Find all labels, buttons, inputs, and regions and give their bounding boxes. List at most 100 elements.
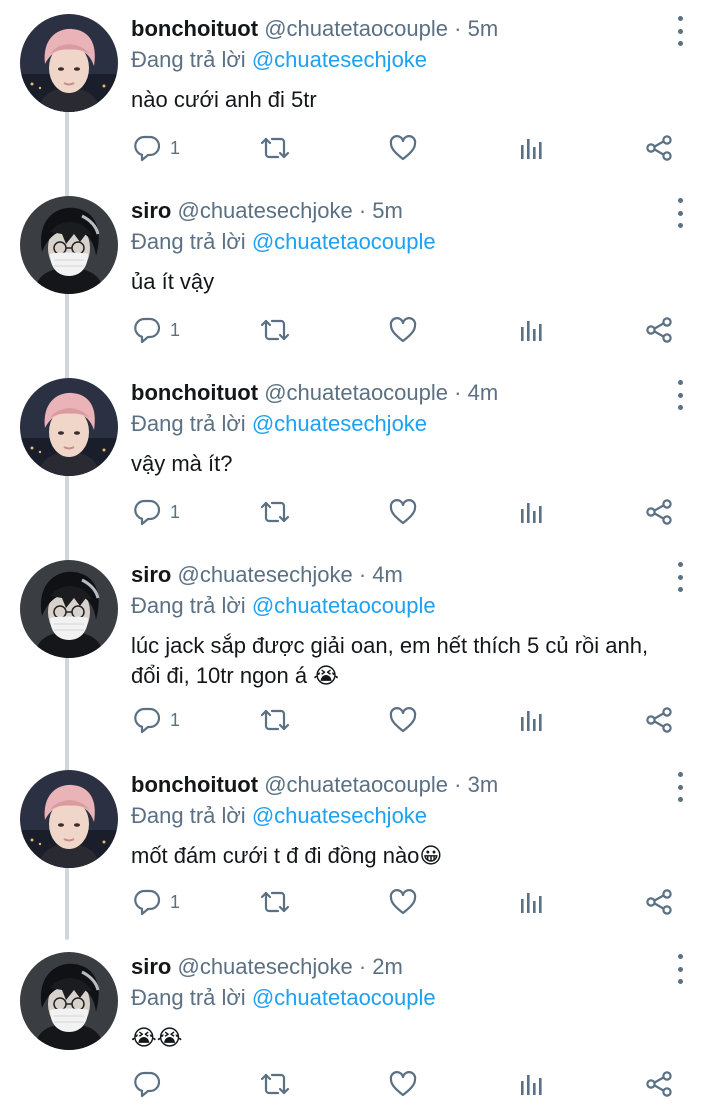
more-options-icon[interactable] xyxy=(668,16,692,46)
bar-chart-icon xyxy=(516,1069,546,1099)
timestamp[interactable]: 2m xyxy=(372,954,403,979)
retweet-button[interactable] xyxy=(260,702,290,738)
pink-hair-avatar-icon xyxy=(20,14,118,112)
reply-button[interactable] xyxy=(132,1066,170,1102)
timestamp[interactable]: 4m xyxy=(372,562,403,587)
tweet[interactable]: siro @chuatesechjoke · 4m Đang trả lời @… xyxy=(0,546,720,756)
like-button[interactable] xyxy=(388,702,418,738)
reply-button[interactable]: 1 xyxy=(132,702,180,738)
tweet[interactable]: bonchoituot @chuatetaocouple · 5m Đang t… xyxy=(0,0,720,182)
heart-icon xyxy=(388,705,418,735)
replying-to-mention[interactable]: @chuatesechjoke xyxy=(252,803,427,828)
user-handle[interactable]: @chuatesechjoke xyxy=(177,562,352,587)
more-options-icon[interactable] xyxy=(668,380,692,410)
masked-avatar-icon xyxy=(20,952,118,1050)
like-button[interactable] xyxy=(388,130,418,166)
replying-to-label: Đang trả lời xyxy=(131,47,246,72)
display-name[interactable]: siro xyxy=(131,198,171,223)
retweet-icon xyxy=(260,497,290,527)
analytics-button[interactable] xyxy=(516,312,546,348)
share-button[interactable] xyxy=(644,884,674,920)
like-button[interactable] xyxy=(388,884,418,920)
tweet-text: lúc jack sắp được giải oan, em hết thích… xyxy=(131,633,649,688)
retweet-button[interactable] xyxy=(260,494,290,530)
heart-icon xyxy=(388,887,418,917)
share-button[interactable] xyxy=(644,494,674,530)
reply-button[interactable]: 1 xyxy=(132,130,180,166)
share-button[interactable] xyxy=(644,312,674,348)
display-name[interactable]: bonchoituot xyxy=(131,16,258,41)
user-handle[interactable]: @chuatetaocouple xyxy=(264,16,448,41)
display-name[interactable]: bonchoituot xyxy=(131,772,258,797)
tweet-header: siro @chuatesechjoke · 2m xyxy=(131,953,403,981)
avatar[interactable] xyxy=(20,14,118,112)
masked-avatar-icon xyxy=(20,196,118,294)
user-handle[interactable]: @chuatesechjoke xyxy=(177,198,352,223)
user-handle[interactable]: @chuatetaocouple xyxy=(264,380,448,405)
like-button[interactable] xyxy=(388,494,418,530)
replying-to-mention[interactable]: @chuatesechjoke xyxy=(252,47,427,72)
like-button[interactable] xyxy=(388,1066,418,1102)
reply-button[interactable]: 1 xyxy=(132,312,180,348)
share-button[interactable] xyxy=(644,702,674,738)
replying-to-line: Đang trả lời @chuatetaocouple xyxy=(131,592,436,620)
analytics-button[interactable] xyxy=(516,884,546,920)
separator: · xyxy=(358,954,367,979)
analytics-button[interactable] xyxy=(516,702,546,738)
replying-to-mention[interactable]: @chuatetaocouple xyxy=(252,985,436,1010)
replying-to-line: Đang trả lời @chuatesechjoke xyxy=(131,802,427,830)
analytics-button[interactable] xyxy=(516,130,546,166)
avatar[interactable] xyxy=(20,378,118,476)
pink-hair-avatar-icon xyxy=(20,378,118,476)
avatar[interactable] xyxy=(20,770,118,868)
retweet-icon xyxy=(260,887,290,917)
reply-button[interactable]: 1 xyxy=(132,884,180,920)
more-options-icon[interactable] xyxy=(668,954,692,984)
pink-hair-avatar-icon xyxy=(20,770,118,868)
tweet[interactable]: bonchoituot @chuatetaocouple · 3m Đang t… xyxy=(0,756,720,938)
avatar[interactable] xyxy=(20,952,118,1050)
tweet[interactable]: siro @chuatesechjoke · 2m Đang trả lời @… xyxy=(0,938,720,1111)
heart-icon xyxy=(388,497,418,527)
user-handle[interactable]: @chuatesechjoke xyxy=(177,954,352,979)
tweet-header: siro @chuatesechjoke · 4m xyxy=(131,561,403,589)
tweet-header: bonchoituot @chuatetaocouple · 3m xyxy=(131,771,498,799)
replying-to-label: Đang trả lời xyxy=(131,229,246,254)
more-options-icon[interactable] xyxy=(668,562,692,592)
retweet-button[interactable] xyxy=(260,884,290,920)
more-options-icon[interactable] xyxy=(668,772,692,802)
timestamp[interactable]: 4m xyxy=(468,380,499,405)
analytics-button[interactable] xyxy=(516,494,546,530)
bar-chart-icon xyxy=(516,315,546,345)
tweet[interactable]: siro @chuatesechjoke · 5m Đang trả lời @… xyxy=(0,182,720,364)
tweet-text: ủa ít vậy xyxy=(131,269,215,294)
analytics-button[interactable] xyxy=(516,1066,546,1102)
display-name[interactable]: siro xyxy=(131,562,171,587)
timestamp[interactable]: 3m xyxy=(468,772,499,797)
retweet-icon xyxy=(260,1069,290,1099)
reply-button[interactable]: 1 xyxy=(132,494,180,530)
replying-to-mention[interactable]: @chuatetaocouple xyxy=(252,229,436,254)
display-name[interactable]: bonchoituot xyxy=(131,380,258,405)
replying-to-mention[interactable]: @chuatetaocouple xyxy=(252,593,436,618)
retweet-button[interactable] xyxy=(260,130,290,166)
reply-icon xyxy=(132,705,162,735)
display-name[interactable]: siro xyxy=(131,954,171,979)
timestamp[interactable]: 5m xyxy=(468,16,499,41)
avatar[interactable] xyxy=(20,560,118,658)
reply-count: 1 xyxy=(170,891,181,912)
user-handle[interactable]: @chuatetaocouple xyxy=(264,772,448,797)
like-button[interactable] xyxy=(388,312,418,348)
share-button[interactable] xyxy=(644,130,674,166)
masked-avatar-icon xyxy=(20,560,118,658)
heart-icon xyxy=(388,315,418,345)
timestamp[interactable]: 5m xyxy=(372,198,403,223)
more-options-icon[interactable] xyxy=(668,198,692,228)
share-icon xyxy=(644,887,674,917)
share-button[interactable] xyxy=(644,1066,674,1102)
avatar[interactable] xyxy=(20,196,118,294)
retweet-button[interactable] xyxy=(260,1066,290,1102)
tweet[interactable]: bonchoituot @chuatetaocouple · 4m Đang t… xyxy=(0,364,720,546)
retweet-button[interactable] xyxy=(260,312,290,348)
replying-to-mention[interactable]: @chuatesechjoke xyxy=(252,411,427,436)
